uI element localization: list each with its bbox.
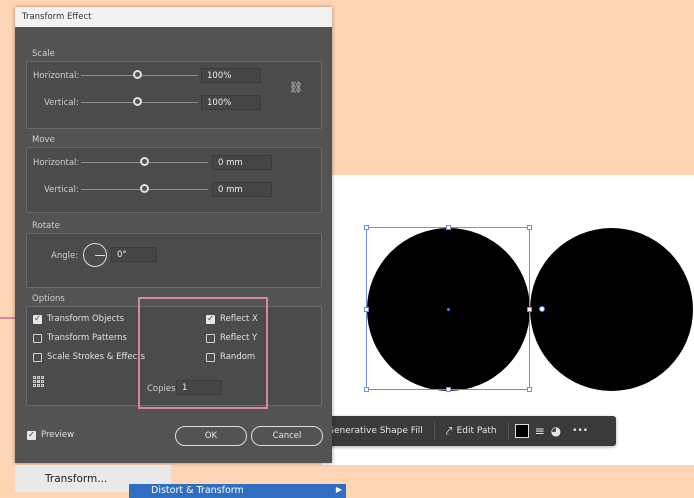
scale-vertical-input[interactable]: 100% bbox=[201, 95, 261, 110]
preview-label: Preview bbox=[41, 430, 75, 440]
move-horizontal-input[interactable]: 0 mm bbox=[212, 155, 272, 170]
checkbox-checked[interactable] bbox=[33, 314, 42, 324]
pen-path-icon: ⤤ bbox=[445, 423, 453, 438]
center-point bbox=[447, 308, 450, 311]
checkbox-unchecked[interactable] bbox=[33, 333, 42, 343]
dialog-title: Transform Effect bbox=[15, 7, 332, 27]
transform-patterns-checkbox[interactable]: Transform Patterns bbox=[33, 333, 127, 343]
distort-transform-label: Distort & Transform bbox=[151, 485, 244, 496]
generative-shape-fill-button[interactable]: Generative Shape Fill bbox=[322, 423, 428, 439]
anchor-point[interactable] bbox=[539, 306, 545, 312]
edit-path-button[interactable]: ⤤ Edit Path bbox=[441, 421, 502, 442]
more-options-button[interactable]: ••• bbox=[567, 423, 593, 439]
scale-horizontal-knob[interactable] bbox=[133, 70, 142, 79]
scale-vertical-knob[interactable] bbox=[133, 97, 142, 106]
angle-label: Angle: bbox=[51, 251, 79, 261]
stroke-lines-icon[interactable]: ≡ bbox=[535, 424, 545, 438]
preview-checkbox[interactable]: Preview bbox=[27, 430, 74, 440]
handle-top-center[interactable] bbox=[446, 225, 451, 230]
contextual-taskbar: Generative Shape Fill ⤤ Edit Path ≡ ◕ ••… bbox=[316, 416, 616, 446]
highlight-connector bbox=[0, 317, 15, 319]
cancel-button[interactable]: Cancel bbox=[251, 426, 323, 446]
handle-bottom-right[interactable] bbox=[527, 387, 532, 392]
move-vertical-label: Vertical: bbox=[44, 185, 79, 195]
scale-group-title: Scale bbox=[32, 49, 55, 59]
checkbox-unchecked[interactable] bbox=[33, 352, 42, 362]
move-horizontal-knob[interactable] bbox=[140, 157, 149, 166]
reference-point-icon[interactable] bbox=[33, 376, 44, 387]
handle-middle-left[interactable] bbox=[364, 307, 369, 312]
annotation-highlight-box bbox=[138, 297, 268, 409]
scale-strokes-label: Scale Strokes & Effects bbox=[47, 352, 146, 362]
fill-color-swatch[interactable] bbox=[514, 424, 529, 438]
move-vertical-input[interactable]: 0 mm bbox=[212, 182, 272, 197]
transform-patterns-label: Transform Patterns bbox=[47, 333, 127, 343]
transform-objects-label: Transform Objects bbox=[47, 314, 125, 324]
ok-button[interactable]: OK bbox=[175, 426, 247, 446]
generative-shape-fill-label: Generative Shape Fill bbox=[327, 426, 423, 436]
scale-horizontal-label: Horizontal: bbox=[33, 71, 80, 81]
recolor-icon[interactable]: ◕ bbox=[551, 424, 561, 438]
move-group bbox=[26, 147, 322, 213]
handle-middle-right[interactable] bbox=[527, 307, 532, 312]
submenu-arrow-icon: ▶ bbox=[335, 485, 342, 494]
handle-bottom-left[interactable] bbox=[364, 387, 369, 392]
transform-objects-checkbox[interactable]: Transform Objects bbox=[33, 314, 124, 324]
move-vertical-knob[interactable] bbox=[140, 184, 149, 193]
scale-strokes-checkbox[interactable]: Scale Strokes & Effects bbox=[33, 352, 145, 362]
scale-vertical-label: Vertical: bbox=[44, 98, 79, 108]
rotate-group-title: Rotate bbox=[32, 221, 60, 231]
divider bbox=[433, 422, 435, 440]
handle-top-left[interactable] bbox=[364, 225, 369, 230]
move-group-title: Move bbox=[32, 135, 55, 145]
scale-horizontal-input[interactable]: 100% bbox=[201, 68, 261, 83]
angle-dial[interactable] bbox=[83, 243, 107, 267]
handle-bottom-center[interactable] bbox=[446, 387, 451, 392]
unlink-icon[interactable]: ⛓ bbox=[289, 81, 303, 94]
angle-input[interactable]: 0° bbox=[111, 247, 157, 262]
divider bbox=[507, 422, 509, 440]
checkbox-checked[interactable] bbox=[27, 430, 36, 440]
reflected-circle[interactable] bbox=[530, 228, 693, 391]
edit-path-label: Edit Path bbox=[456, 426, 497, 436]
move-horizontal-label: Horizontal: bbox=[33, 158, 80, 168]
menu-item-distort-transform[interactable]: Distort & Transform ▶ bbox=[129, 484, 346, 498]
handle-top-right[interactable] bbox=[527, 225, 532, 230]
options-group-title: Options bbox=[32, 294, 65, 304]
